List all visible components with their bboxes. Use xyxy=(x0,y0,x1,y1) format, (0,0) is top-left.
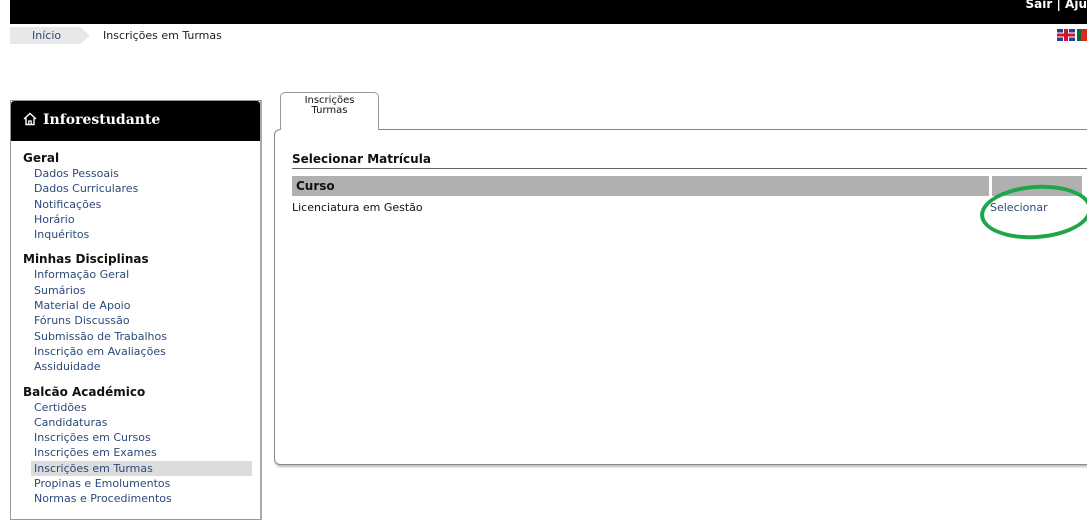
sidebar-item[interactable]: Inscrição em Avaliações xyxy=(11,344,260,359)
sidebar-item[interactable]: Notificações xyxy=(11,197,260,212)
tab-inscricoes-turmas[interactable]: Inscrições Turmas xyxy=(280,92,379,130)
content-panel: Selecionar Matrícula Curso Licenciatura … xyxy=(274,129,1087,465)
sidebar-item[interactable]: Sumários xyxy=(11,283,260,298)
sidebar: Inforestudante GeralDados PessoaisDados … xyxy=(10,100,262,520)
top-links: Sair | Aju xyxy=(1026,0,1087,11)
pt-flag-icon[interactable] xyxy=(1077,29,1087,41)
column-separator xyxy=(989,176,992,196)
sidebar-title: Inforestudante xyxy=(43,112,160,128)
sidebar-section-title: Balcão Académico xyxy=(23,385,260,399)
breadcrumb-current: Inscrições em Turmas xyxy=(103,29,222,42)
sidebar-item[interactable]: Assiduidade xyxy=(11,359,260,374)
sidebar-item[interactable]: Candidaturas xyxy=(11,415,260,430)
table-header: Curso xyxy=(292,176,1082,196)
sidebar-item[interactable]: Dados Pessoais xyxy=(11,166,260,181)
top-links-separator: | xyxy=(1056,0,1060,11)
sidebar-item[interactable]: Normas e Procedimentos xyxy=(11,491,260,506)
sidebar-sections: GeralDados PessoaisDados CurricularesNot… xyxy=(11,151,260,507)
breadcrumb: Início Inscrições em Turmas xyxy=(10,25,1087,45)
sidebar-header: Inforestudante xyxy=(11,101,260,141)
sidebar-item[interactable]: Fóruns Discussão xyxy=(11,313,260,328)
language-flags xyxy=(1057,29,1087,41)
sidebar-item[interactable]: Submissão de Trabalhos xyxy=(11,329,260,344)
sidebar-item[interactable]: Dados Curriculares xyxy=(11,181,260,196)
panel-divider xyxy=(292,168,1087,169)
sidebar-item[interactable]: Propinas e Emolumentos xyxy=(11,476,260,491)
home-icon xyxy=(23,112,37,126)
sidebar-item-active[interactable]: Inscrições em Turmas xyxy=(31,461,252,476)
sidebar-section-title: Geral xyxy=(23,151,260,165)
column-header-curso: Curso xyxy=(296,179,335,193)
sidebar-item[interactable]: Inscrições em Exames xyxy=(11,445,260,460)
sidebar-item[interactable]: Certidões xyxy=(11,400,260,415)
help-link[interactable]: Aju xyxy=(1065,0,1087,11)
logout-link[interactable]: Sair xyxy=(1026,0,1053,11)
sidebar-item[interactable]: Horário xyxy=(11,212,260,227)
sidebar-item[interactable]: Material de Apoio xyxy=(11,298,260,313)
top-bar: Sair | Aju xyxy=(10,0,1087,24)
uk-flag-icon[interactable] xyxy=(1057,29,1075,41)
sidebar-section-title: Minhas Disciplinas xyxy=(23,252,260,266)
table-cell-course: Licenciatura em Gestão xyxy=(292,201,423,214)
sidebar-item[interactable]: Inscrições em Cursos xyxy=(11,430,260,445)
sidebar-item[interactable]: Inquéritos xyxy=(11,227,260,242)
select-button[interactable]: Selecionar xyxy=(990,201,1048,214)
tab-label-line2: Turmas xyxy=(281,106,378,116)
sidebar-item[interactable]: Informação Geral xyxy=(11,267,260,282)
panel-title: Selecionar Matrícula xyxy=(292,152,431,166)
breadcrumb-home[interactable]: Início xyxy=(10,27,90,44)
